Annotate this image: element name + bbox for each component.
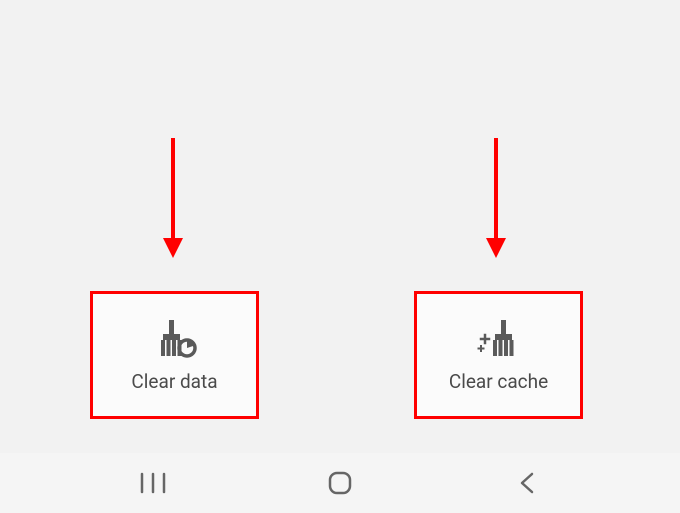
recents-button[interactable] [123,463,183,503]
annotation-arrow-right [484,138,508,258]
home-icon [327,470,353,496]
navigation-bar [0,453,680,513]
recents-icon [138,472,168,494]
clear-data-button[interactable]: Clear data [90,291,259,419]
back-button[interactable] [497,463,557,503]
clear-data-label: Clear data [131,370,217,393]
clear-cache-button[interactable]: Clear cache [414,291,583,419]
annotation-arrow-left [161,138,185,258]
back-icon [517,471,537,495]
clear-cache-label: Clear cache [449,370,548,393]
home-button[interactable] [310,463,370,503]
broom-chart-icon [151,318,199,358]
broom-sparkle-icon [475,318,523,358]
